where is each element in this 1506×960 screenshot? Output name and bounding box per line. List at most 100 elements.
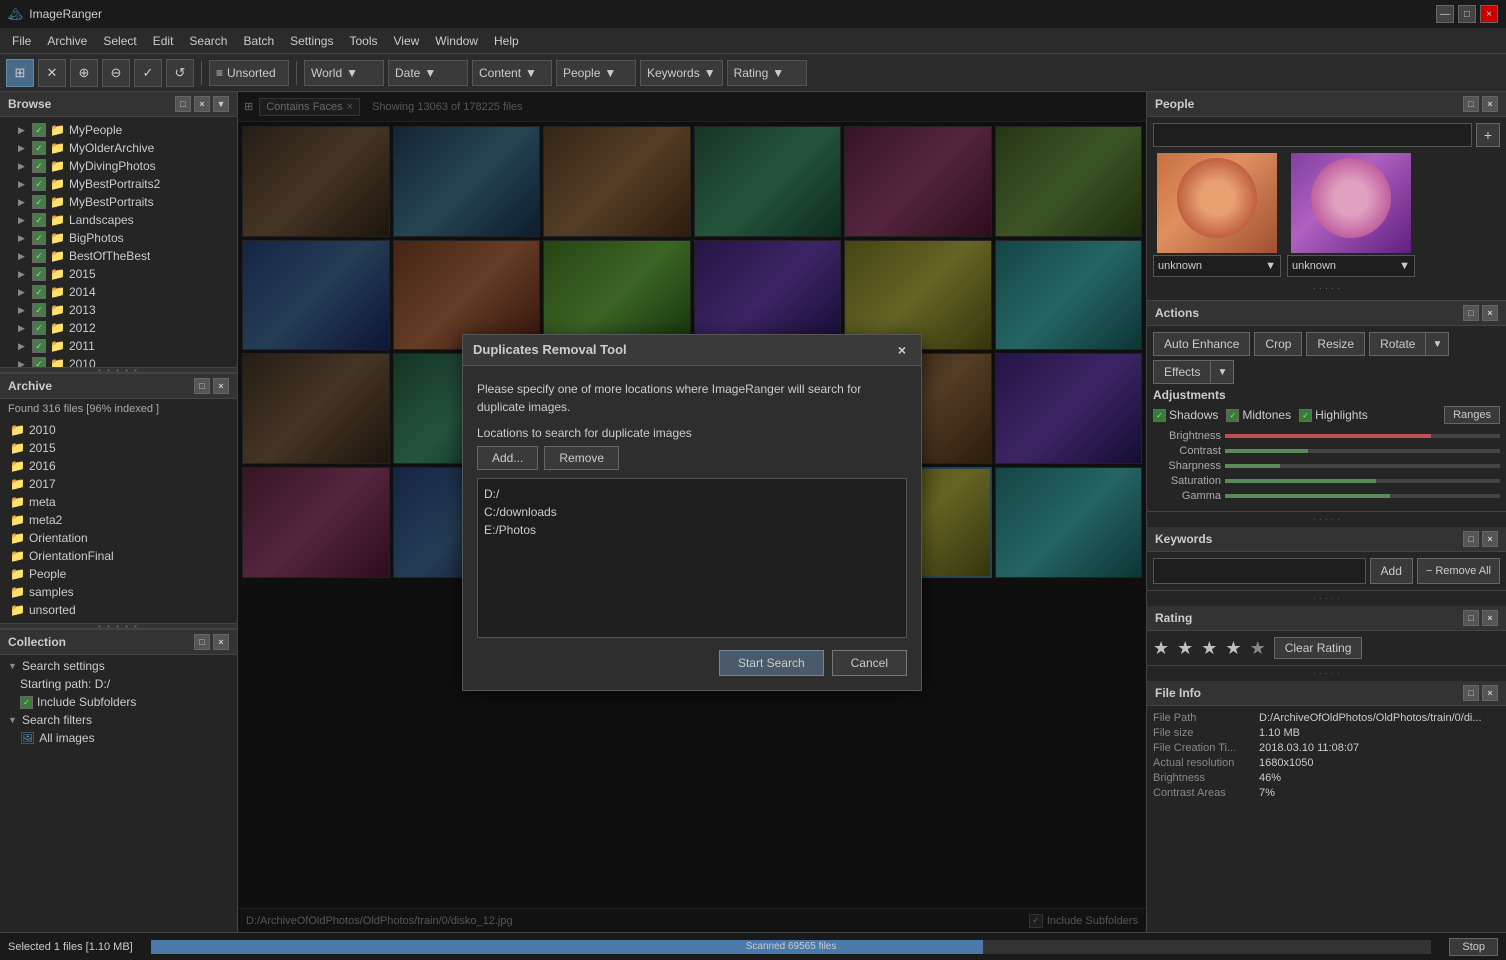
archive-item-orientationfinal[interactable]: 📁 OrientationFinal (4, 547, 233, 565)
rating-close-button[interactable]: × (1482, 610, 1498, 626)
tree-checkbox[interactable]: ✓ (32, 195, 46, 209)
menu-help[interactable]: Help (486, 32, 527, 50)
tree-checkbox[interactable]: ✓ (32, 123, 46, 137)
archive-item-2010[interactable]: 📁 2010 (4, 421, 233, 439)
menu-search[interactable]: Search (181, 32, 235, 50)
archive-item-2017[interactable]: 📁 2017 (4, 475, 233, 493)
face-dropdown-2[interactable]: unknown ▼ (1287, 255, 1415, 277)
archive-item-meta[interactable]: 📁 meta (4, 493, 233, 511)
tree-checkbox[interactable]: ✓ (32, 321, 46, 335)
menu-select[interactable]: Select (95, 32, 144, 50)
shadows-check[interactable]: ✓ (1153, 409, 1166, 422)
resize-button[interactable]: Resize (1306, 332, 1365, 356)
star-1[interactable]: ★ (1153, 638, 1169, 659)
fileinfo-pin-button[interactable]: □ (1463, 685, 1479, 701)
modal-remove-button[interactable]: Remove (544, 446, 619, 470)
tree-checkbox[interactable]: ✓ (32, 303, 46, 317)
menu-batch[interactable]: Batch (235, 32, 282, 50)
tree-item-mybestportraits2[interactable]: ▶ ✓ 📁 MyBestPortraits2 (0, 175, 237, 193)
people-pin-button[interactable]: □ (1463, 96, 1479, 112)
tree-item-2014[interactable]: ▶ ✓ 📁 2014 (0, 283, 237, 301)
archive-close-button[interactable]: × (213, 378, 229, 394)
tree-item-myolderarchive[interactable]: ▶ ✓ 📁 MyOlderArchive (0, 139, 237, 157)
tree-item-mydivingphotos[interactable]: ▶ ✓ 📁 MyDivingPhotos (0, 157, 237, 175)
star-3[interactable]: ★ (1201, 638, 1217, 659)
menu-view[interactable]: View (386, 32, 428, 50)
people-close-button[interactable]: × (1482, 96, 1498, 112)
tree-checkbox[interactable]: ✓ (32, 339, 46, 353)
effects-button[interactable]: Effects (1153, 360, 1211, 384)
star-2[interactable]: ★ (1177, 638, 1193, 659)
tree-checkbox[interactable]: ✓ (32, 357, 46, 367)
tree-item-bestofthebest[interactable]: ▶ ✓ 📁 BestOfTheBest (0, 247, 237, 265)
rotate-button[interactable]: Rotate (1369, 332, 1426, 356)
tree-item-2012[interactable]: ▶ ✓ 📁 2012 (0, 319, 237, 337)
tree-checkbox[interactable]: ✓ (32, 177, 46, 191)
midtones-check[interactable]: ✓ (1226, 409, 1239, 422)
crop-button[interactable]: Crop (1254, 332, 1302, 356)
check-button[interactable]: ✓ (134, 59, 162, 87)
tree-checkbox[interactable]: ✓ (32, 267, 46, 281)
tree-checkbox[interactable]: ✓ (32, 141, 46, 155)
archive-item-meta2[interactable]: 📁 meta2 (4, 511, 233, 529)
cancel-button[interactable]: Cancel (832, 650, 907, 676)
keywords-add-button[interactable]: Add (1370, 558, 1413, 584)
keywords-pin-button[interactable]: □ (1463, 531, 1479, 547)
archive-item-unsorted[interactable]: 📁 unsorted (4, 601, 233, 619)
keywords-input[interactable] (1153, 558, 1366, 584)
tree-item-mypeople[interactable]: ▶ ✓ 📁 MyPeople (0, 121, 237, 139)
contrast-slider[interactable] (1225, 449, 1500, 453)
minimize-button[interactable]: — (1436, 5, 1454, 23)
tree-item-bigphotos[interactable]: ▶ ✓ 📁 BigPhotos (0, 229, 237, 247)
world-filter[interactable]: World ▼ (304, 60, 384, 86)
tree-item-landscapes[interactable]: ▶ ✓ 📁 Landscapes (0, 211, 237, 229)
maximize-button[interactable]: □ (1458, 5, 1476, 23)
location-item-e[interactable]: E:/Photos (484, 521, 900, 539)
keywords-close-button[interactable]: × (1482, 531, 1498, 547)
browse-close-button[interactable]: × (194, 96, 210, 112)
tree-checkbox[interactable]: ✓ (32, 159, 46, 173)
brightness-slider[interactable] (1225, 434, 1500, 438)
midtones-checkbox[interactable]: ✓ Midtones (1226, 408, 1291, 422)
zoom-in-button[interactable]: ⊕ (70, 59, 98, 87)
face-image-2[interactable] (1291, 153, 1411, 253)
rating-pin-button[interactable]: □ (1463, 610, 1479, 626)
menu-settings[interactable]: Settings (282, 32, 341, 50)
tree-item-2013[interactable]: ▶ ✓ 📁 2013 (0, 301, 237, 319)
tree-checkbox[interactable]: ✓ (32, 249, 46, 263)
actions-close-button[interactable]: × (1482, 305, 1498, 321)
keywords-filter[interactable]: Keywords ▼ (640, 60, 723, 86)
location-item-c[interactable]: C:/downloads (484, 503, 900, 521)
effects-dropdown-arrow[interactable]: ▼ (1211, 360, 1234, 384)
archive-item-orientation[interactable]: 📁 Orientation (4, 529, 233, 547)
saturation-slider[interactable] (1225, 479, 1500, 483)
modal-add-button[interactable]: Add... (477, 446, 538, 470)
highlights-checkbox[interactable]: ✓ Highlights (1299, 408, 1368, 422)
star-5[interactable]: ★ (1250, 638, 1266, 659)
date-filter[interactable]: Date ▼ (388, 60, 468, 86)
menu-archive[interactable]: Archive (39, 32, 95, 50)
tree-item-2011[interactable]: ▶ ✓ 📁 2011 (0, 337, 237, 355)
include-subfolders-checkbox[interactable]: ✓ (20, 696, 33, 709)
menu-edit[interactable]: Edit (145, 32, 182, 50)
rating-filter[interactable]: Rating ▼ (727, 60, 807, 86)
clear-rating-button[interactable]: Clear Rating (1274, 637, 1363, 659)
tree-item-mybestportraits[interactable]: ▶ ✓ 📁 MyBestPortraits (0, 193, 237, 211)
archive-item-2015[interactable]: 📁 2015 (4, 439, 233, 457)
start-search-button[interactable]: Start Search (719, 650, 824, 676)
zoom-out-button[interactable]: ⊖ (102, 59, 130, 87)
include-subfolders-item[interactable]: ✓ Include Subfolders (2, 693, 235, 711)
search-settings-item[interactable]: ▼ Search settings (2, 657, 235, 675)
tree-checkbox[interactable]: ✓ (32, 231, 46, 245)
content-filter[interactable]: Content ▼ (472, 60, 552, 86)
keywords-remove-all-button[interactable]: − Remove All (1417, 558, 1500, 584)
star-4[interactable]: ★ (1225, 638, 1241, 659)
tree-checkbox[interactable]: ✓ (32, 285, 46, 299)
face-dropdown-1[interactable]: unknown ▼ (1153, 255, 1281, 277)
tree-checkbox[interactable]: ✓ (32, 213, 46, 227)
menu-window[interactable]: Window (427, 32, 486, 50)
gamma-slider[interactable] (1225, 494, 1500, 498)
browse-dropdown-button[interactable]: ▼ (213, 96, 229, 112)
archive-pin-button[interactable]: □ (194, 378, 210, 394)
collection-close-button[interactable]: × (213, 634, 229, 650)
